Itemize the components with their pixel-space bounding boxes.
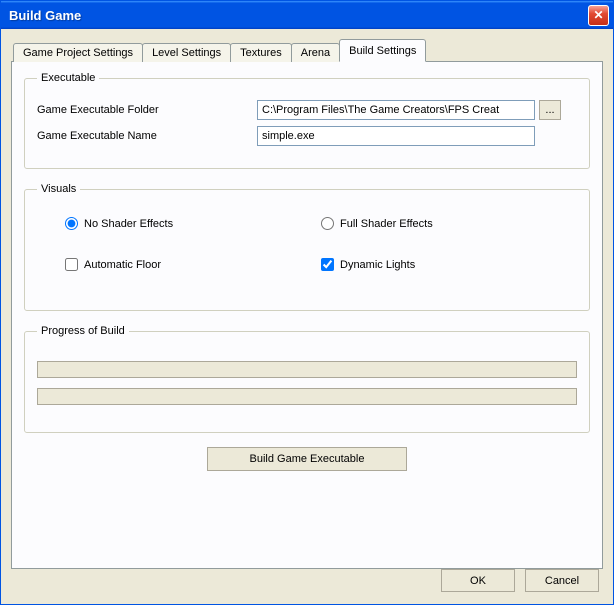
visuals-grid: No Shader Effects Full Shader Effects Au… bbox=[37, 205, 577, 271]
tab-game-project-settings[interactable]: Game Project Settings bbox=[13, 43, 143, 62]
radio-full-shader[interactable] bbox=[321, 217, 334, 230]
label-no-shader: No Shader Effects bbox=[84, 218, 173, 230]
group-executable-legend: Executable bbox=[37, 72, 99, 84]
row-exe-name: Game Executable Name bbox=[37, 126, 577, 146]
tab-strip: Game Project Settings Level Settings Tex… bbox=[13, 39, 603, 61]
input-exe-folder[interactable] bbox=[257, 100, 535, 120]
row-exe-folder: Game Executable Folder ... bbox=[37, 100, 577, 120]
checkbox-automatic-floor[interactable] bbox=[65, 258, 78, 271]
checkbox-dynamic-lights[interactable] bbox=[321, 258, 334, 271]
tab-arena[interactable]: Arena bbox=[291, 43, 340, 62]
label-dynamic-lights: Dynamic Lights bbox=[340, 259, 415, 271]
input-exe-name[interactable] bbox=[257, 126, 535, 146]
dialog-window: Build Game ✕ Game Project Settings Level… bbox=[0, 0, 614, 605]
browse-folder-button[interactable]: ... bbox=[539, 100, 561, 120]
ok-button[interactable]: OK bbox=[441, 569, 515, 592]
label-exe-name: Game Executable Name bbox=[37, 130, 257, 142]
tab-level-settings[interactable]: Level Settings bbox=[142, 43, 231, 62]
label-full-shader: Full Shader Effects bbox=[340, 218, 433, 230]
tab-textures[interactable]: Textures bbox=[230, 43, 292, 62]
group-visuals: Visuals No Shader Effects Full Shader Ef… bbox=[24, 183, 590, 311]
progress-bar-2 bbox=[37, 388, 577, 405]
group-visuals-legend: Visuals bbox=[37, 183, 80, 195]
option-automatic-floor[interactable]: Automatic Floor bbox=[65, 258, 321, 271]
window-title: Build Game bbox=[9, 8, 81, 23]
tab-panel-build-settings: Executable Game Executable Folder ... Ga… bbox=[11, 61, 603, 569]
close-icon: ✕ bbox=[593, 8, 603, 22]
tab-build-settings[interactable]: Build Settings bbox=[339, 39, 426, 62]
cancel-button[interactable]: Cancel bbox=[525, 569, 599, 592]
option-dynamic-lights[interactable]: Dynamic Lights bbox=[321, 258, 577, 271]
label-automatic-floor: Automatic Floor bbox=[84, 259, 161, 271]
close-button[interactable]: ✕ bbox=[588, 5, 609, 26]
group-progress-legend: Progress of Build bbox=[37, 325, 129, 337]
build-button-row: Build Game Executable bbox=[24, 447, 590, 471]
dialog-content: Game Project Settings Level Settings Tex… bbox=[1, 29, 613, 604]
build-game-executable-button[interactable]: Build Game Executable bbox=[207, 447, 407, 471]
group-executable: Executable Game Executable Folder ... Ga… bbox=[24, 72, 590, 169]
progress-bar-1 bbox=[37, 361, 577, 378]
option-no-shader[interactable]: No Shader Effects bbox=[65, 217, 321, 230]
radio-no-shader[interactable] bbox=[65, 217, 78, 230]
dialog-footer: OK Cancel bbox=[441, 569, 599, 592]
titlebar[interactable]: Build Game ✕ bbox=[1, 1, 613, 29]
group-progress: Progress of Build bbox=[24, 325, 590, 433]
label-exe-folder: Game Executable Folder bbox=[37, 104, 257, 116]
option-full-shader[interactable]: Full Shader Effects bbox=[321, 217, 577, 230]
